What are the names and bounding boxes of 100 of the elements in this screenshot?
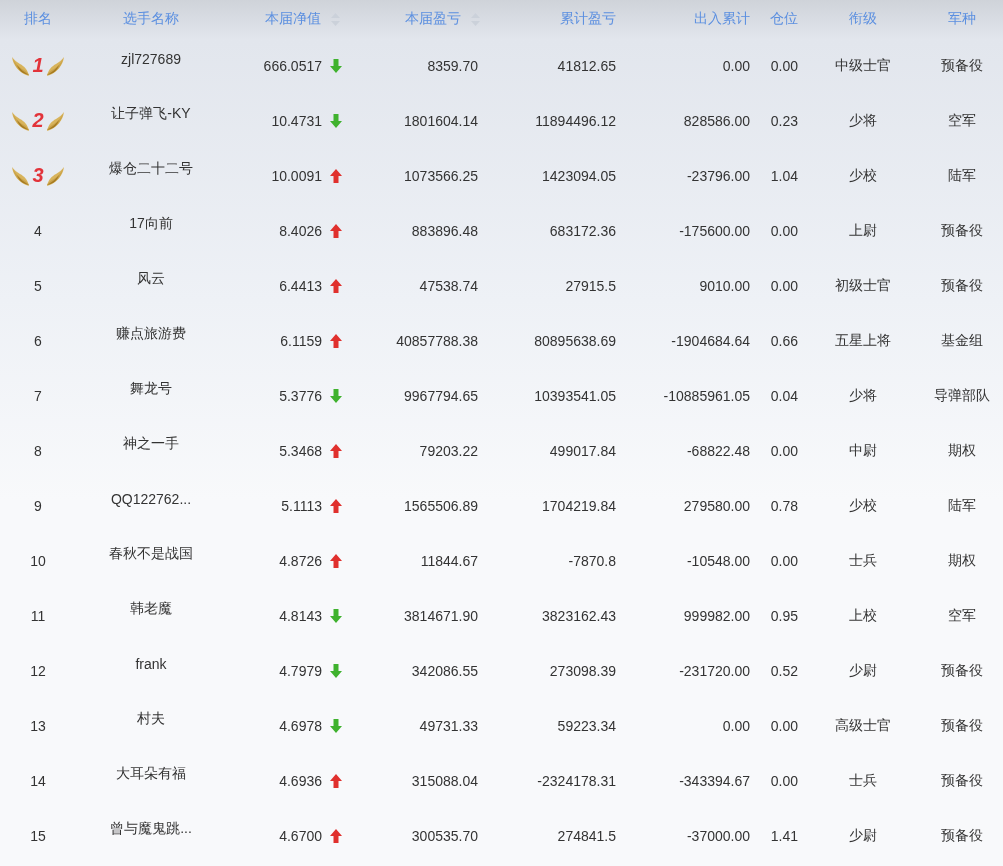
player-name: 春秋不是战国 xyxy=(109,544,193,563)
flow-value: 9010.00 xyxy=(699,277,750,294)
military-rank: 五星上将 xyxy=(835,331,891,350)
service-branch: 预备役 xyxy=(940,56,983,75)
player-name: 风云 xyxy=(137,269,165,288)
net-value: 666.0517 xyxy=(263,57,322,74)
net-value: 8.4026 xyxy=(279,222,322,239)
service-branch: 陆军 xyxy=(947,496,976,515)
military-rank: 上校 xyxy=(849,606,877,625)
position-value: 0.00 xyxy=(770,717,798,734)
position-value: 0.78 xyxy=(770,497,798,514)
net-value: 5.3776 xyxy=(279,387,322,404)
flow-value: -68822.48 xyxy=(686,442,750,459)
military-rank: 少校 xyxy=(849,496,877,515)
service-branch: 基金组 xyxy=(940,331,983,350)
profit-value: 883896.48 xyxy=(411,222,478,239)
player-name: 让子弹飞-KY xyxy=(111,104,191,123)
cumulative-value: 10393541.05 xyxy=(534,387,616,404)
flow-value: 999982.00 xyxy=(683,607,750,624)
cumulative-value: -2324178.31 xyxy=(537,772,616,789)
military-rank: 高级士官 xyxy=(835,716,891,735)
player-name: 大耳朵有福 xyxy=(116,764,186,783)
rank-number: 2 xyxy=(32,109,44,132)
rank-number: 6 xyxy=(34,332,42,349)
position-value: 0.00 xyxy=(770,442,798,459)
cumulative-value: 273098.39 xyxy=(549,662,616,679)
rank-number: 1 xyxy=(32,54,44,77)
rank-number: 14 xyxy=(30,772,46,789)
column-header[interactable]: 本届净值 xyxy=(265,10,340,28)
military-rank: 士兵 xyxy=(849,771,877,790)
profit-value: 11844.67 xyxy=(420,552,478,569)
service-branch: 陆军 xyxy=(947,166,976,185)
profit-value: 40857788.38 xyxy=(396,332,478,349)
rank-number: 7 xyxy=(34,387,42,404)
net-value: 5.3468 xyxy=(279,442,322,459)
player-name: frank xyxy=(135,655,167,672)
service-branch: 预备役 xyxy=(940,276,983,295)
profit-value: 49731.33 xyxy=(419,717,478,734)
cumulative-value: 3823162.43 xyxy=(542,607,616,624)
rank-number: 10 xyxy=(30,552,46,569)
net-value: 4.8143 xyxy=(279,607,322,624)
service-branch: 预备役 xyxy=(940,826,983,845)
net-value: 4.6978 xyxy=(279,717,322,734)
net-value: 10.0091 xyxy=(271,167,322,184)
position-value: 1.04 xyxy=(770,167,798,184)
rank-number: 5 xyxy=(34,277,42,294)
profit-value: 1801604.14 xyxy=(404,112,478,129)
column-header: 衔级 xyxy=(849,10,877,28)
service-branch: 导弹部队 xyxy=(933,386,990,405)
cumulative-value: 1423094.05 xyxy=(542,167,616,184)
net-value: 10.4731 xyxy=(271,112,322,129)
player-name: zjl727689 xyxy=(121,50,181,67)
rank-number: 12 xyxy=(30,662,46,679)
rank-number: 4 xyxy=(34,222,42,239)
position-value: 0.66 xyxy=(770,332,798,349)
cumulative-value: 41812.65 xyxy=(557,57,616,74)
cumulative-value: 1704219.84 xyxy=(542,497,616,514)
service-branch: 预备役 xyxy=(940,716,983,735)
cumulative-value: -7870.8 xyxy=(568,552,616,569)
service-branch: 空军 xyxy=(947,606,976,625)
service-branch: 预备役 xyxy=(940,661,983,680)
flow-value: 828586.00 xyxy=(683,112,750,129)
column-header: 仓位 xyxy=(770,10,798,28)
flow-value: -343394.67 xyxy=(679,772,750,789)
profit-value: 1073566.25 xyxy=(404,167,478,184)
column-header[interactable]: 本届盈亏 xyxy=(405,10,480,28)
position-value: 0.00 xyxy=(770,772,798,789)
cumulative-value: 274841.5 xyxy=(557,827,616,844)
military-rank: 少校 xyxy=(849,166,877,185)
rank-number: 13 xyxy=(30,717,46,734)
flow-value: -10885961.05 xyxy=(663,387,750,404)
player-name: 赚点旅游费 xyxy=(116,324,186,343)
military-rank: 中级士官 xyxy=(835,56,891,75)
cumulative-value: 499017.84 xyxy=(549,442,616,459)
position-value: 0.95 xyxy=(770,607,798,624)
profit-value: 47538.74 xyxy=(419,277,478,294)
net-value: 6.4413 xyxy=(279,277,322,294)
flow-value: -1904684.64 xyxy=(671,332,750,349)
flow-value: 279580.00 xyxy=(683,497,750,514)
net-value: 6.1159 xyxy=(280,332,322,349)
position-value: 0.00 xyxy=(770,57,798,74)
military-rank: 少尉 xyxy=(849,826,877,845)
cumulative-value: 27915.5 xyxy=(565,277,616,294)
military-rank: 少将 xyxy=(849,111,877,130)
cumulative-value: 683172.36 xyxy=(549,222,616,239)
profit-value: 8359.70 xyxy=(427,57,478,74)
flow-value: -175600.00 xyxy=(679,222,750,239)
military-rank: 少将 xyxy=(849,386,877,405)
service-branch: 预备役 xyxy=(940,221,983,240)
player-name: QQ122762... xyxy=(110,490,192,507)
position-value: 0.00 xyxy=(770,277,798,294)
profit-value: 9967794.65 xyxy=(404,387,478,404)
profit-value: 300535.70 xyxy=(411,827,478,844)
flow-value: 0.00 xyxy=(722,57,750,74)
profit-value: 3814671.90 xyxy=(404,607,478,624)
flow-value: -10548.00 xyxy=(686,552,750,569)
column-header: 累计盈亏 xyxy=(560,10,616,28)
service-branch: 空军 xyxy=(947,111,976,130)
position-value: 0.23 xyxy=(770,112,798,129)
net-value: 4.8726 xyxy=(279,552,322,569)
